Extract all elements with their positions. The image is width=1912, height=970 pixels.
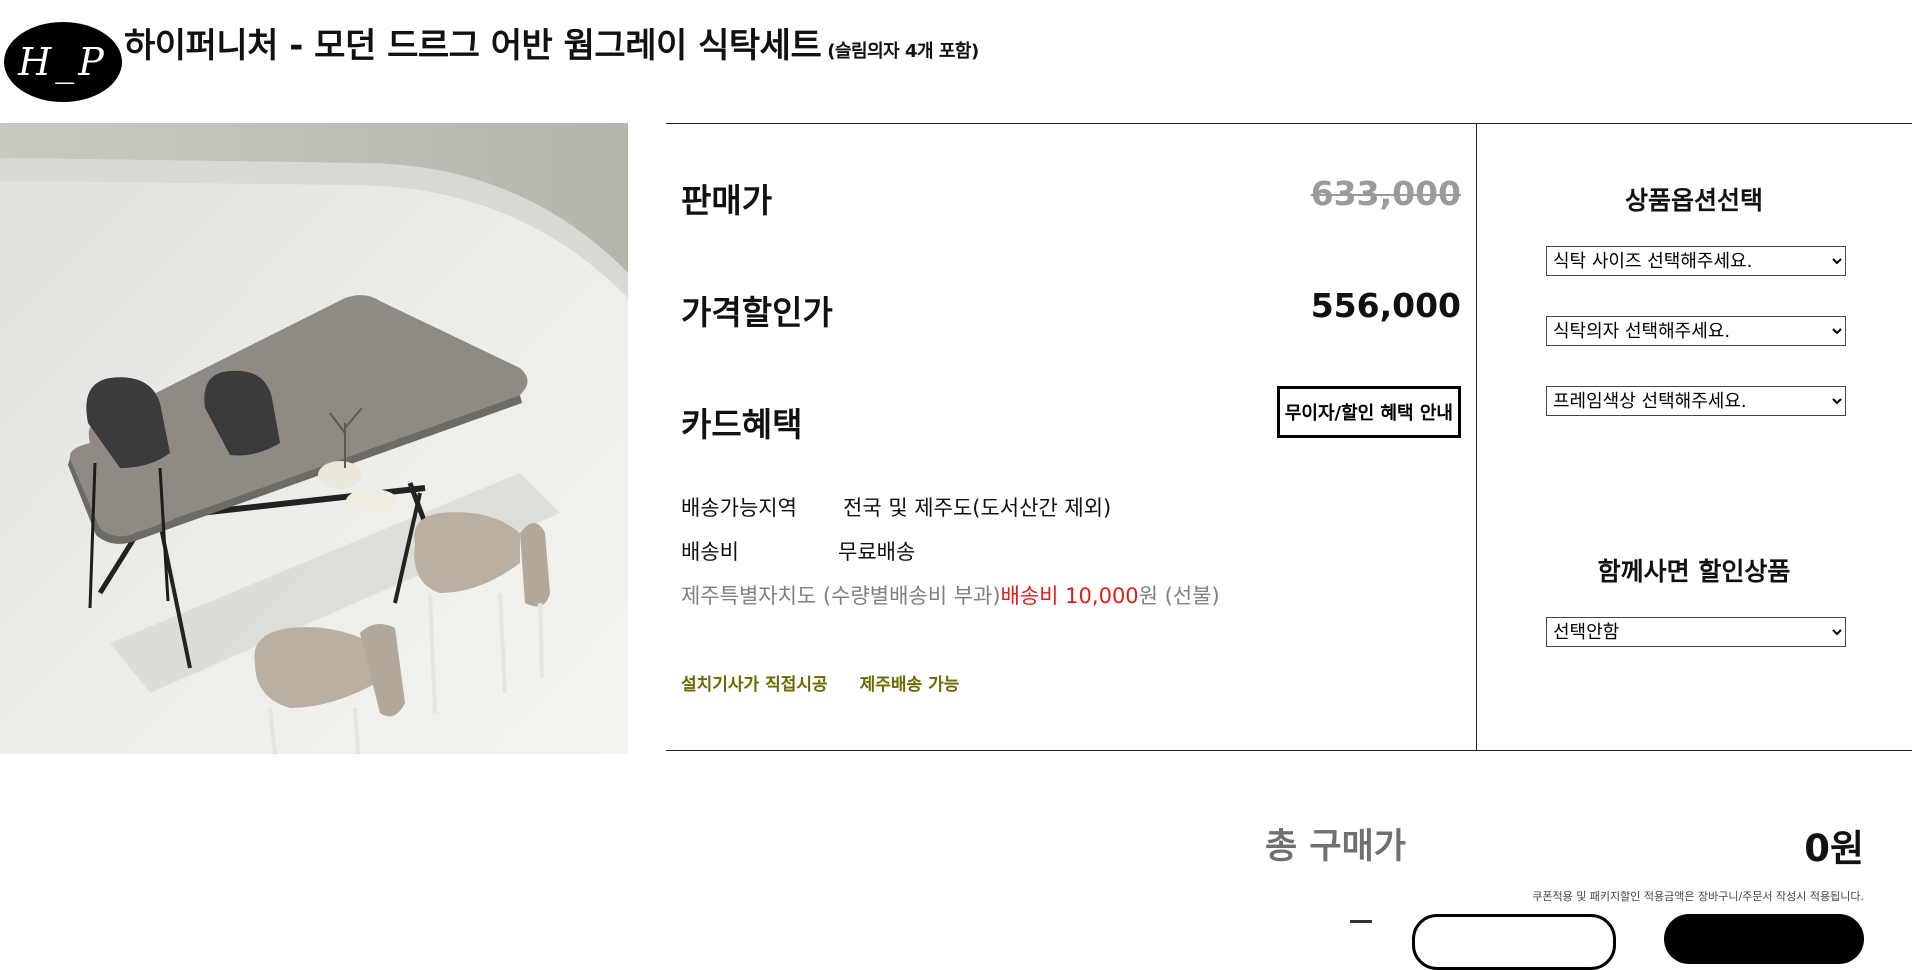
- sale-price-label: 판매가: [681, 181, 773, 220]
- shipping-fee-label: 배송비: [681, 540, 739, 564]
- shipping-area-row: 배송가능지역 전국 및 제주도(도서산간 제외): [681, 492, 1111, 522]
- jeju-note-suffix: 원 (선불): [1138, 584, 1220, 608]
- jeju-shipping-note: 제주특별자치도 (수량별배송비 부과)배송비 10,000원 (선불): [681, 580, 1220, 610]
- dining-set-illustration: [0, 123, 628, 754]
- shipping-area-value: 전국 및 제주도(도서산간 제외): [843, 496, 1112, 520]
- chair-select[interactable]: 식탁의자 선택해주세요.: [1546, 316, 1846, 346]
- discount-price-row: 가격할인가 556,000: [681, 286, 1461, 336]
- sale-price-value: 633,000: [1310, 174, 1461, 213]
- shipping-area-label: 배송가능지역: [681, 496, 797, 520]
- discount-price-label: 가격할인가: [681, 293, 833, 332]
- total-price-value: 0원: [1804, 827, 1864, 870]
- cart-button[interactable]: [1412, 914, 1616, 970]
- card-benefit-button[interactable]: 무이자/할인 혜택 안내: [1276, 386, 1461, 438]
- table-size-select[interactable]: 식탁 사이즈 선택해주세요.: [1546, 246, 1846, 276]
- total-price-label: 총 구매가: [1265, 827, 1406, 867]
- product-image: [0, 123, 628, 754]
- product-info-panel: 판매가 633,000 가격할인가 556,000 카드혜택 무이자/할인 혜택…: [666, 123, 1912, 751]
- panel-divider: [1476, 124, 1477, 750]
- bundle-title: 함께사면 할인상품: [1597, 557, 1791, 586]
- logo-text: H_P: [18, 40, 108, 84]
- tag-jeju-delivery: 제주배송 가능: [859, 675, 960, 695]
- discount-price-value: 556,000: [1310, 286, 1461, 325]
- card-benefit-row: 카드혜택 무이자/할인 혜택 안내: [681, 386, 1461, 448]
- buy-now-button[interactable]: [1664, 914, 1864, 964]
- jeju-note-fee: 배송비 10,000: [1000, 584, 1139, 608]
- frame-color-select[interactable]: 프레임색상 선택해주세요.: [1546, 386, 1846, 416]
- service-tags: 설치기사가 직접시공 제주배송 가능: [681, 670, 985, 695]
- bundle-select[interactable]: 선택안함: [1546, 617, 1846, 647]
- product-title: 하이퍼니처 - 모던 드르그 어반 웜그레이 식탁세트 (슬림의자 4개 포함): [124, 18, 979, 67]
- shipping-fee-row: 배송비 무료배송: [681, 536, 915, 566]
- shipping-fee-value: 무료배송: [838, 540, 916, 564]
- product-subtitle: (슬림의자 4개 포함): [827, 41, 979, 62]
- brand-logo[interactable]: H_P: [4, 22, 122, 102]
- tag-installation: 설치기사가 직접시공: [681, 675, 828, 695]
- card-benefit-label: 카드혜택: [681, 405, 803, 444]
- sale-price-row: 판매가 633,000: [681, 174, 1461, 224]
- product-title-text: 하이퍼니처 - 모던 드르그 어반 웜그레이 식탁세트: [124, 26, 822, 66]
- options-title: 상품옵션선택: [1624, 186, 1763, 215]
- wishlist-icon[interactable]: [1350, 920, 1372, 923]
- jeju-note-prefix: 제주특별자치도 (수량별배송비 부과): [681, 584, 1001, 608]
- total-price-note: 쿠폰적용 및 패키지할인 적용금액은 장바구니/주문서 작성시 적용됩니다.: [1532, 890, 1864, 903]
